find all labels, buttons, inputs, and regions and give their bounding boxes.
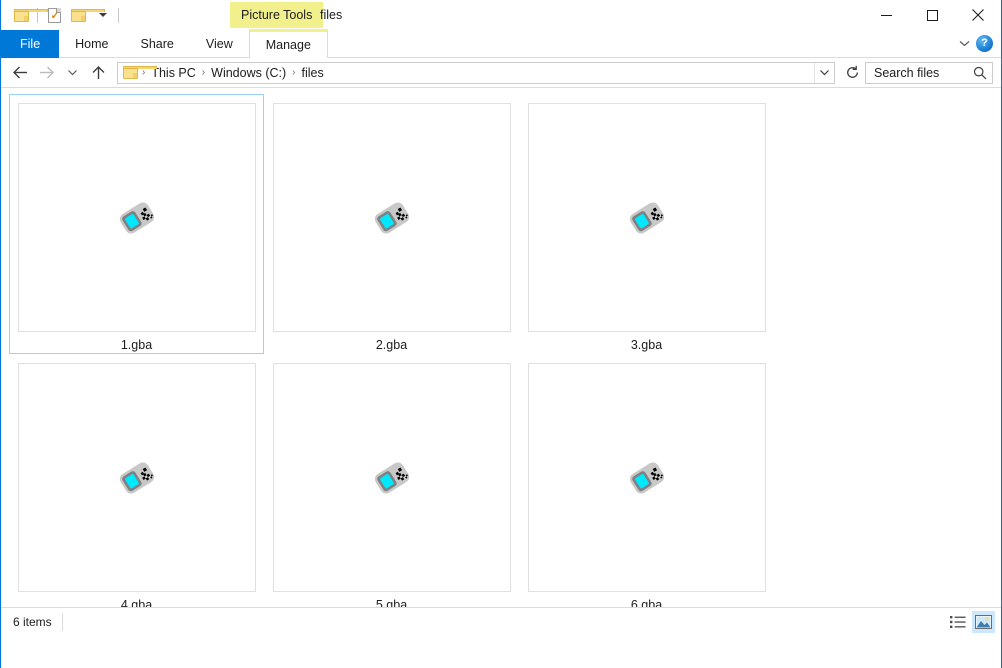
close-button[interactable] [955, 0, 1001, 30]
address-bar[interactable]: › This PC › Windows (C:) › files [117, 62, 835, 84]
status-bar: 6 items [1, 607, 1001, 636]
search-input[interactable] [874, 66, 973, 80]
file-thumbnail [528, 363, 766, 592]
file-tile[interactable]: 2.gba [264, 94, 519, 354]
search-box[interactable] [865, 62, 993, 84]
minimize-button[interactable] [863, 0, 909, 30]
new-folder-button[interactable] [10, 4, 32, 26]
refresh-button[interactable] [839, 60, 865, 86]
maximize-button[interactable] [909, 0, 955, 30]
title-bar: ✓ Picture Tools files [1, 0, 1001, 30]
quick-access-toolbar: ✓ [9, 0, 123, 30]
explorer-window: ✓ Picture Tools files [0, 0, 1002, 668]
forward-button[interactable] [33, 60, 59, 86]
file-grid: 1.gba 2.gba 3.gba 4.gba5.gba6.gba [9, 94, 1001, 614]
properties-button[interactable]: ✓ [43, 4, 65, 26]
chevron-down-icon [99, 13, 107, 17]
back-button[interactable] [7, 60, 33, 86]
file-tile[interactable]: 6.gba [519, 354, 774, 614]
file-thumbnail [18, 363, 256, 592]
tab-manage[interactable]: Manage [249, 29, 328, 58]
file-name-label: 2.gba [376, 337, 407, 353]
breadcrumb-item-files[interactable]: files [298, 66, 328, 80]
breadcrumb-separator[interactable]: › [290, 67, 297, 78]
view-mode-buttons [946, 611, 995, 633]
tab-share[interactable]: Share [125, 30, 190, 58]
file-thumbnail [273, 363, 511, 592]
address-bar-controls [814, 63, 834, 83]
window-controls [863, 0, 1001, 30]
tab-file[interactable]: File [1, 30, 59, 58]
file-thumbnail [528, 103, 766, 332]
file-tile[interactable]: 4.gba [9, 354, 264, 614]
gba-rom-icon [623, 454, 671, 502]
breadcrumb-item-windows-c[interactable]: Windows (C:) [207, 66, 290, 80]
large-icons-view-button[interactable] [972, 611, 995, 633]
qat-separator-2 [118, 8, 119, 23]
details-view-button[interactable] [946, 611, 969, 633]
folder-icon [123, 66, 138, 79]
file-name-label: 3.gba [631, 337, 662, 353]
properties-icon: ✓ [48, 8, 61, 23]
file-tile[interactable]: 5.gba [264, 354, 519, 614]
file-tile[interactable]: 1.gba [9, 94, 264, 354]
file-thumbnail [273, 103, 511, 332]
item-count-label: 6 items [13, 613, 63, 631]
contextual-tab-group-label: Picture Tools [230, 2, 323, 28]
window-title: files [320, 0, 342, 30]
gba-rom-icon [113, 454, 161, 502]
gba-rom-icon [368, 454, 416, 502]
customize-qat-folder-button[interactable] [67, 4, 89, 26]
folder-icon [71, 9, 86, 22]
recent-locations-button[interactable] [59, 60, 85, 86]
file-name-label: 1.gba [121, 337, 152, 353]
file-thumbnail [18, 103, 256, 332]
previous-locations-button[interactable] [814, 63, 834, 83]
ribbon-right-controls: ? [954, 30, 1001, 57]
navigation-bar: › This PC › Windows (C:) › files [1, 58, 1001, 87]
breadcrumb-separator[interactable]: › [200, 67, 207, 78]
breadcrumb: › This PC › Windows (C:) › files [122, 66, 814, 80]
tab-home[interactable]: Home [59, 30, 124, 58]
ribbon-tab-strip: File Home Share View Manage ? [1, 30, 1001, 58]
gba-rom-icon [113, 194, 161, 242]
file-tile[interactable]: 3.gba [519, 94, 774, 354]
expand-ribbon-button[interactable] [954, 34, 974, 54]
folder-icon [14, 9, 29, 22]
file-list-view[interactable]: 1.gba 2.gba 3.gba 4.gba5.gba6.gba 6 items [1, 87, 1001, 636]
help-icon[interactable]: ? [976, 35, 993, 52]
customize-qat-dropdown[interactable] [91, 4, 113, 26]
gba-rom-icon [368, 194, 416, 242]
tab-view[interactable]: View [190, 30, 249, 58]
search-icon [973, 66, 987, 80]
gba-rom-icon [623, 194, 671, 242]
up-button[interactable] [85, 60, 111, 86]
